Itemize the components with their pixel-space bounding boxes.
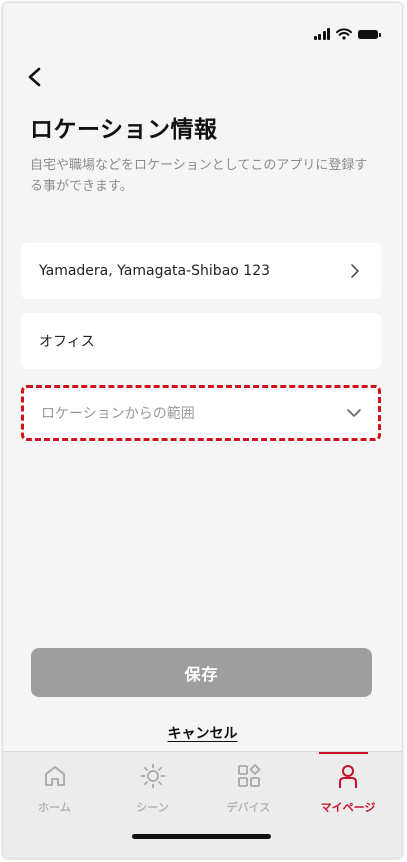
back-button[interactable] <box>21 63 49 91</box>
address-value: Yamadera, Yamagata-Shibao 123 <box>39 263 271 279</box>
location-name-value: オフィス <box>39 334 95 350</box>
home-indicator[interactable] <box>132 834 271 839</box>
page-title: ロケーション情報 <box>30 117 218 143</box>
range-placeholder: ロケーションからの範囲 <box>41 406 195 422</box>
tab-devices-label: デバイス <box>226 801 271 814</box>
wifi-icon <box>336 28 352 40</box>
tab-scene[interactable]: シーン <box>105 752 200 822</box>
address-field[interactable]: Yamadera, Yamagata-Shibao 123 <box>21 243 381 299</box>
tab-mypage-label: マイページ <box>320 801 376 814</box>
tab-home-label: ホーム <box>38 801 71 814</box>
tab-mypage[interactable]: マイページ <box>308 752 388 822</box>
tab-bar: ホーム シーン デバイス マイページ <box>3 751 402 858</box>
devices-grid-icon <box>237 764 260 787</box>
range-select[interactable]: ロケーションからの範囲 <box>21 385 381 441</box>
chevron-down-icon <box>347 409 361 417</box>
location-name-field[interactable]: オフィス <box>21 313 381 369</box>
chevron-left-icon <box>28 67 41 87</box>
chevron-right-icon <box>351 264 359 278</box>
sun-icon <box>140 763 165 789</box>
home-icon <box>44 766 65 786</box>
save-button[interactable]: 保存 <box>31 648 372 697</box>
tab-home[interactable]: ホーム <box>7 752 102 822</box>
cancel-button[interactable]: キャンセル <box>168 726 238 742</box>
tab-scene-label: シーン <box>136 801 169 814</box>
battery-icon <box>358 29 381 39</box>
tab-devices[interactable]: デバイス <box>201 752 296 822</box>
status-bar <box>313 27 381 41</box>
page-description: 自宅や職場などをロケーションとしてこのアプリに登録する事ができます。 <box>30 158 368 194</box>
cancel-link-wrap: キャンセル <box>3 723 402 743</box>
cellular-signal-icon <box>313 28 330 40</box>
person-icon <box>339 765 357 788</box>
phone-screen: ロケーション情報 自宅や職場などをロケーションとしてこのアプリに登録する事ができ… <box>3 3 402 858</box>
